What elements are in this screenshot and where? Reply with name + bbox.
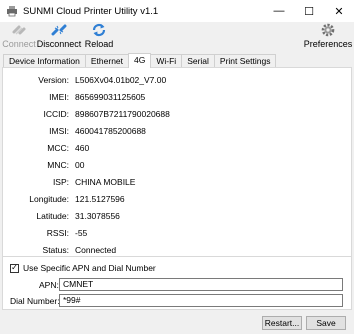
info-row-iccid: ICCID: 898607B7211790020688 [3,109,353,121]
version-label: Version: [38,75,69,85]
preferences-button[interactable]: Preferences [303,22,353,49]
imsi-value: 460041785200688 [75,126,146,136]
restart-button[interactable]: Restart... [262,316,302,330]
tab-ethernet[interactable]: Ethernet [84,54,130,68]
disconnect-label: Disconnect [36,39,82,49]
disconnect-button[interactable]: Disconnect [36,22,82,49]
mcc-value: 460 [75,143,90,153]
isp-value: CHINA MOBILE [75,177,136,187]
mnc-label: MNC: [47,160,69,170]
window-controls: — ☐ ✕ [264,0,354,22]
latitude-value: 31.3078556 [75,211,120,221]
reload-button[interactable]: Reload [84,22,114,49]
tab-4g[interactable]: 4G [128,53,152,68]
reload-icon [92,23,106,37]
info-row-imei: IMEI: 865699031125605 [3,92,353,104]
tab-device-information[interactable]: Device Information [3,54,86,68]
info-row-mcc: MCC: 460 [3,143,353,155]
tab-wifi[interactable]: Wi-Fi [150,54,183,68]
preferences-label: Preferences [303,39,353,49]
connect-icon [12,25,26,35]
info-row-rssi: RSSI: -55 [3,228,353,240]
longitude-label: Longitude: [29,194,69,204]
minimize-button[interactable]: — [264,0,294,22]
use-specific-apn-checkbox[interactable]: ✓ [10,263,19,273]
info-row-latitude: Latitude: 31.3078556 [3,211,353,223]
dial-number-label: Dial Number: [10,296,60,306]
tab-bar: Device Information Ethernet 4G Wi-Fi Ser… [3,53,277,68]
info-panel: Version: L506Xv04.01b02_V7.00 IMEI: 8656… [2,67,352,257]
imei-label: IMEI: [49,92,69,102]
info-row-version: Version: L506Xv04.01b02_V7.00 [3,75,353,87]
tab-serial[interactable]: Serial [181,54,215,68]
apn-field[interactable]: CMNET [59,278,343,291]
info-row-isp: ISP: CHINA MOBILE [3,177,353,189]
title-bar: SUNMI Cloud Printer Utility v1.1 — ☐ ✕ [0,0,354,22]
reload-label: Reload [84,39,114,49]
close-button[interactable]: ✕ [324,0,354,22]
imsi-label: IMSI: [49,126,69,136]
tab-print-settings[interactable]: Print Settings [213,54,277,68]
mcc-label: MCC: [47,143,69,153]
status-label: Status: [42,245,69,255]
imei-value: 865699031125605 [75,92,146,102]
toolbar: Connect Disconnect Reload Preferences [0,22,354,52]
apn-panel: ✓ Use Specific APN and Dial Number APN: … [2,256,352,310]
connect-button[interactable]: Connect [2,22,36,49]
window-title: SUNMI Cloud Printer Utility v1.1 [23,5,159,17]
rssi-label: RSSI: [46,228,69,238]
status-value: Connected [75,245,117,255]
connect-label: Connect [2,39,36,49]
rssi-value: -55 [75,228,88,238]
dial-number-field[interactable]: *99# [59,294,343,307]
disconnect-icon [51,24,67,36]
latitude-label: Latitude: [36,211,69,221]
longitude-value: 121.5127596 [75,194,125,204]
info-row-mnc: MNC: 00 [3,160,353,172]
mnc-value: 00 [75,160,85,170]
version-value: L506Xv04.01b02_V7.00 [75,75,167,85]
printer-app-icon [7,6,17,17]
iccid-value: 898607B7211790020688 [75,109,170,119]
use-specific-apn-label: Use Specific APN and Dial Number [23,263,156,273]
isp-label: ISP: [52,177,69,187]
gear-icon [321,23,335,37]
info-row-imsi: IMSI: 460041785200688 [3,126,353,138]
save-button[interactable]: Save [306,316,346,330]
info-row-longitude: Longitude: 121.5127596 [3,194,353,206]
iccid-label: ICCID: [43,109,70,119]
apn-label: APN: [39,280,59,290]
maximize-button[interactable]: ☐ [294,0,324,22]
use-specific-apn-option[interactable]: ✓ Use Specific APN and Dial Number [10,263,156,273]
